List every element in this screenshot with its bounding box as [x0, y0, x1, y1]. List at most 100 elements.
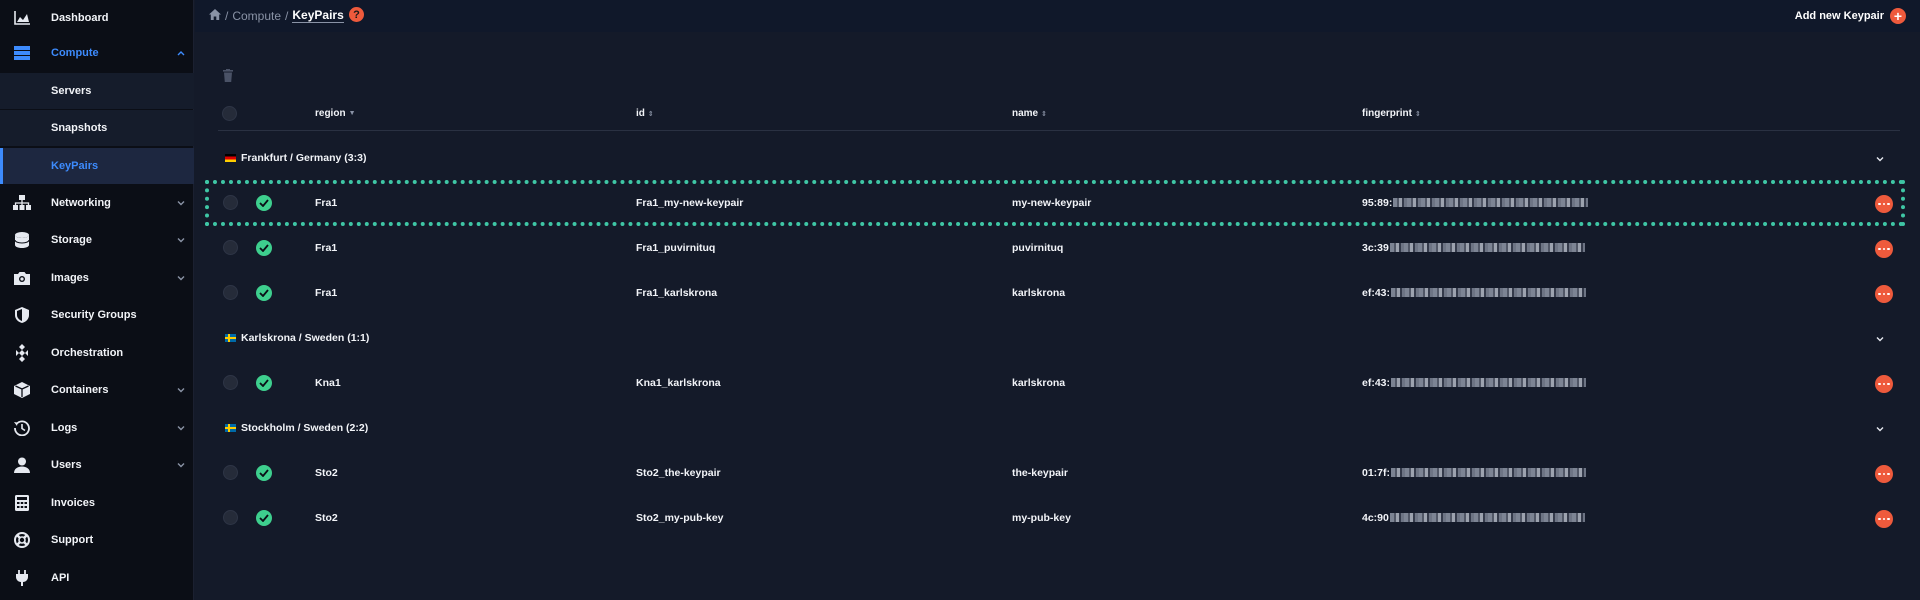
breadcrumb-compute[interactable]: Compute: [232, 9, 281, 23]
sidebar-item-label: Snapshots: [51, 122, 108, 134]
chevron-down-icon[interactable]: [1875, 424, 1885, 434]
cell-fingerprint: 01:7f:: [1362, 467, 1587, 479]
add-keypair-button[interactable]: Add new Keypair +: [1795, 8, 1906, 24]
cell-name: my-pub-key: [1012, 512, 1071, 524]
sidebar-item-api[interactable]: API: [0, 560, 194, 596]
check-circle-icon: [256, 195, 272, 211]
chart-icon: [12, 8, 32, 28]
chevron-down-icon[interactable]: [1875, 334, 1885, 344]
sidebar-item-label: Networking: [51, 197, 111, 209]
chevron-down-icon: [177, 276, 185, 281]
help-button[interactable]: ?: [349, 7, 364, 22]
history-icon: [12, 418, 32, 438]
row-actions-button[interactable]: [1875, 285, 1893, 303]
cell-id: Fra1_my-new-keypair: [636, 197, 744, 209]
row-actions-button[interactable]: [1875, 465, 1893, 483]
sidebar-item-label: Support: [51, 534, 94, 546]
cell-region: Fra1: [315, 197, 338, 209]
lifebuoy-icon: [12, 530, 32, 550]
sidebar-item-snapshots[interactable]: Snapshots: [0, 110, 194, 146]
row-checkbox[interactable]: [223, 240, 238, 255]
fingerprint-prefix: 3c:39: [1362, 242, 1389, 254]
sidebar-item-containers[interactable]: Containers: [0, 372, 194, 408]
user-icon: [12, 455, 32, 475]
table-row[interactable]: Fra1 Fra1_puvirnituq puvirnituq 3c:39: [205, 233, 1905, 263]
breadcrumb-current: KeyPairs: [292, 8, 344, 23]
home-icon[interactable]: [209, 8, 221, 23]
fingerprint-prefix: ef:43:: [1362, 377, 1391, 389]
redacted-fingerprint: [1389, 513, 1585, 522]
check-circle-icon: [256, 375, 272, 391]
row-checkbox[interactable]: [223, 195, 238, 210]
column-header-name[interactable]: name ⇕: [1012, 108, 1047, 119]
select-all-checkbox[interactable]: [222, 106, 237, 121]
sidebar-item-label: Storage: [51, 234, 92, 246]
cell-fingerprint: 4c:90: [1362, 512, 1585, 524]
sidebar-item-dashboard[interactable]: Dashboard: [0, 0, 194, 36]
sidebar-item-logs[interactable]: Logs: [0, 410, 194, 446]
chevron-down-icon[interactable]: [1875, 154, 1885, 164]
fingerprint-prefix: ef:43:: [1362, 287, 1391, 299]
sidebar-item-users[interactable]: Users: [0, 447, 194, 483]
sidebar-item-label: API: [51, 572, 70, 584]
column-header-fingerprint[interactable]: fingerprint ⇕: [1362, 108, 1421, 119]
sort-icon: ⇕: [1415, 110, 1421, 118]
row-actions-button[interactable]: [1875, 375, 1893, 393]
sidebar-item-storage[interactable]: Storage: [0, 222, 194, 258]
trash-icon[interactable]: [222, 69, 234, 82]
table-row[interactable]: Fra1 Fra1_my-new-keypair my-new-keypair …: [205, 188, 1905, 218]
row-actions-button[interactable]: [1875, 240, 1893, 258]
cell-region: Fra1: [315, 287, 338, 299]
cell-region: Sto2: [315, 512, 338, 524]
sidebar-item-invoices[interactable]: Invoices: [0, 485, 194, 521]
sweden-flag-icon: [225, 424, 236, 432]
row-checkbox[interactable]: [223, 465, 238, 480]
row-actions-button[interactable]: [1875, 510, 1893, 528]
sidebar-item-label: Security Groups: [51, 309, 137, 321]
fingerprint-prefix: 01:7f:: [1362, 467, 1391, 479]
column-header-region[interactable]: region ▼: [315, 108, 356, 119]
sidebar-item-images[interactable]: Images: [0, 260, 194, 296]
group-header-frankfurt[interactable]: Frankfurt / Germany (3:3): [225, 150, 366, 166]
plus-icon: +: [1890, 8, 1906, 24]
column-label: id: [636, 108, 645, 119]
table-row[interactable]: Sto2 Sto2_the-keypair the-keypair 01:7f:: [205, 458, 1905, 488]
sidebar-item-compute[interactable]: Compute: [0, 35, 194, 71]
sidebar-item-orchestration[interactable]: Orchestration: [0, 335, 194, 371]
cell-fingerprint: 95:89:: [1362, 197, 1589, 209]
check-circle-icon: [256, 510, 272, 526]
cell-name: the-keypair: [1012, 467, 1069, 479]
chevron-down-icon: [177, 388, 185, 393]
group-header-karlskrona[interactable]: Karlskrona / Sweden (1:1): [225, 330, 369, 346]
group-header-stockholm[interactable]: Stockholm / Sweden (2:2): [225, 420, 368, 436]
cell-region: Kna1: [315, 377, 341, 389]
cell-fingerprint: ef:43:: [1362, 377, 1587, 389]
sidebar: Dashboard Compute Servers Snapshots KeyP…: [0, 0, 194, 600]
column-header-id[interactable]: id ⇕: [636, 108, 654, 119]
sidebar-item-security-groups[interactable]: Security Groups: [0, 297, 194, 333]
sidebar-item-servers[interactable]: Servers: [0, 73, 194, 109]
sort-down-icon: ▼: [348, 110, 356, 117]
sidebar-item-label: Containers: [51, 384, 109, 396]
sidebar-item-label: Servers: [51, 85, 92, 97]
row-actions-button[interactable]: [1875, 195, 1893, 213]
sidebar-item-keypairs[interactable]: KeyPairs: [0, 148, 194, 184]
redacted-fingerprint: [1393, 198, 1589, 207]
redacted-fingerprint: [1389, 243, 1585, 252]
row-checkbox[interactable]: [223, 510, 238, 525]
sidebar-item-label: Users: [51, 459, 82, 471]
sidebar-item-support[interactable]: Support: [0, 522, 194, 558]
cell-region: Sto2: [315, 467, 338, 479]
cube-icon: [12, 380, 32, 400]
table-row[interactable]: Kna1 Kna1_karlskrona karlskrona ef:43:: [205, 368, 1905, 398]
database-icon: [12, 230, 32, 250]
plug-icon: [12, 568, 32, 588]
table-row[interactable]: Fra1 Fra1_karlskrona karlskrona ef:43:: [205, 278, 1905, 308]
sidebar-item-networking[interactable]: Networking: [0, 185, 194, 221]
cell-id: Kna1_karlskrona: [636, 377, 721, 389]
add-keypair-label: Add new Keypair: [1794, 10, 1884, 22]
cell-name: puvirnituq: [1012, 242, 1064, 254]
table-row[interactable]: Sto2 Sto2_my-pub-key my-pub-key 4c:90: [205, 503, 1905, 533]
row-checkbox[interactable]: [223, 285, 238, 300]
row-checkbox[interactable]: [223, 375, 238, 390]
